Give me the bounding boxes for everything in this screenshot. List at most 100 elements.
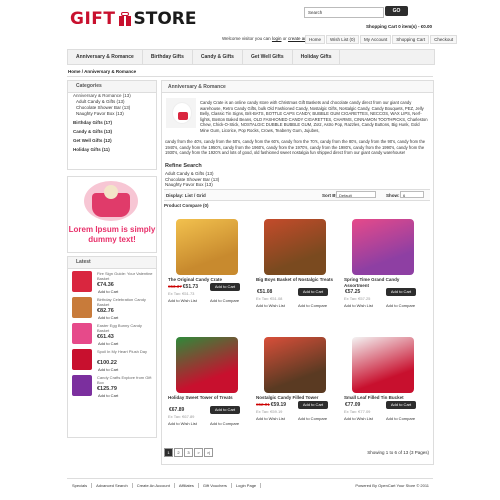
add-to-wishlist-link[interactable]: Add to Wish List xyxy=(256,303,285,308)
category-link[interactable]: Birthday Gifts (17) xyxy=(68,120,156,126)
product-image[interactable] xyxy=(264,219,326,275)
product-name[interactable]: Holiday Sweet Tower of Treats xyxy=(168,395,248,401)
toplink-checkout[interactable]: Checkout xyxy=(430,35,458,44)
footer-link[interactable]: Specials xyxy=(72,483,93,488)
powered-by[interactable]: Powered By OpenCart Your Store © 2011 xyxy=(355,483,429,488)
promo-banner[interactable]: Lorem Ipsum is simply dummy text! xyxy=(67,176,157,253)
product-price: €51.08 xyxy=(256,289,272,295)
product-image[interactable] xyxy=(352,337,414,393)
toplink-account[interactable]: My Account xyxy=(360,35,392,44)
page-link[interactable]: 1 xyxy=(164,448,173,457)
add-to-compare-link[interactable]: Add to Compare xyxy=(386,303,415,308)
page-link[interactable]: >| xyxy=(204,448,213,457)
latest-add-to-cart[interactable]: Add to Cart xyxy=(98,341,118,346)
add-to-wishlist-link[interactable]: Add to Wish List xyxy=(344,416,373,421)
latest-add-to-cart[interactable]: Add to Cart xyxy=(98,289,118,294)
latest-add-to-cart[interactable]: Add to Cart xyxy=(98,315,118,320)
footer-link[interactable]: Advanced Search xyxy=(96,483,133,488)
product-name[interactable]: Big Boys Basket of Nostalgic Treats xyxy=(256,277,336,283)
search-input[interactable]: Search xyxy=(304,7,384,18)
category-link[interactable]: Holiday Gifts (11) xyxy=(68,147,156,153)
category-image-heart xyxy=(178,112,188,120)
add-to-cart-button[interactable]: Add to Cart xyxy=(210,283,240,291)
product-compare-link[interactable]: Product Compare (0) xyxy=(164,203,209,208)
footer-link[interactable]: Login Page xyxy=(236,483,262,488)
nav-anniversary[interactable]: Anniversary & Romance xyxy=(68,50,143,64)
product-name[interactable]: Small Leaf Filled Tin Bucket xyxy=(344,395,424,401)
content-heading: Anniversary & Romance xyxy=(168,84,226,90)
product-image[interactable] xyxy=(264,337,326,393)
category-link[interactable]: Naughty Favor Box (13) xyxy=(68,111,156,117)
toplink-home[interactable]: Home xyxy=(305,35,326,44)
product-name[interactable]: The Original Candy Crate xyxy=(168,277,248,283)
latest-item-image[interactable] xyxy=(72,349,92,370)
latest-item-price: €125.79 xyxy=(97,386,117,392)
display-toggle[interactable]: Display: List / Grid xyxy=(166,193,206,198)
product-name[interactable]: Nostalgic Candy Filled Tower xyxy=(256,395,336,401)
nav-birthday[interactable]: Birthday Gifts xyxy=(143,50,193,64)
product-price: €77.09 xyxy=(344,402,360,408)
add-to-wishlist-link[interactable]: Add to Wish List xyxy=(344,303,373,308)
latest-item-name[interactable]: Spoil In My Heart Plush Day xyxy=(97,349,153,354)
add-to-wishlist-link[interactable]: Add to Wish List xyxy=(168,421,197,426)
category-link[interactable]: Candy & Gifts (13) xyxy=(68,129,156,135)
refine-link-naughty[interactable]: Naughty Favor Box (13) xyxy=(165,182,219,188)
latest-item-image[interactable] xyxy=(72,271,92,292)
add-to-cart-button[interactable]: Add to Cart xyxy=(386,401,416,409)
product-price: €62.01€59.19 xyxy=(256,402,286,408)
add-to-compare-link[interactable]: Add to Compare xyxy=(386,416,415,421)
add-to-cart-button[interactable]: Add to Cart xyxy=(386,288,416,296)
nav-get-well[interactable]: Get Well Gifts xyxy=(243,50,293,64)
page-link[interactable]: 2 xyxy=(174,448,183,457)
footer-link[interactable]: Affiliates xyxy=(179,483,199,488)
latest-add-to-cart[interactable]: Add to Cart xyxy=(98,367,118,372)
add-to-wishlist-link[interactable]: Add to Wish List xyxy=(168,298,197,303)
add-to-cart-button[interactable]: Add to Cart xyxy=(298,401,328,409)
latest-item-image[interactable] xyxy=(72,297,92,318)
refine-link-adult[interactable]: Adult Candy & Gifts (13) xyxy=(165,171,219,177)
sort-select[interactable]: Default xyxy=(336,191,376,198)
add-to-cart-button[interactable]: Add to Cart xyxy=(210,406,240,414)
latest-item-name[interactable]: Easter Egg Bunny Candy Basket xyxy=(97,323,153,333)
cart-summary[interactable]: Shopping Cart 0 item(s) - €0.00 xyxy=(366,24,432,29)
product-image[interactable] xyxy=(176,337,238,393)
footer-link[interactable]: Create An Account xyxy=(137,483,175,488)
add-to-cart-button[interactable]: Add to Cart xyxy=(298,288,328,296)
add-to-compare-link[interactable]: Add to Compare xyxy=(210,298,239,303)
page: GIFT STORE Search GO Shopping Cart 0 ite… xyxy=(0,0,500,500)
toplink-wishlist[interactable]: Wish List (0) xyxy=(326,35,360,44)
footer: Specials Advanced Search Create An Account… xyxy=(67,478,433,491)
nav-holiday[interactable]: Holiday Gifts xyxy=(293,50,341,64)
add-to-compare-link[interactable]: Add to Compare xyxy=(210,421,239,426)
latest-item-name[interactable]: Fire Sign Guide: Your Valentine Basket xyxy=(97,271,153,281)
nav-candy[interactable]: Candy & Gifts xyxy=(193,50,243,64)
toplink-cart[interactable]: Shopping Cart xyxy=(392,35,430,44)
login-link[interactable]: login xyxy=(272,36,282,41)
page-link[interactable]: 3 xyxy=(184,448,193,457)
add-to-compare-link[interactable]: Add to Compare xyxy=(298,416,327,421)
latest-title: Latest xyxy=(68,257,156,269)
product-image[interactable] xyxy=(176,219,238,275)
category-description: Candy Crate is an online candy store wit… xyxy=(200,100,428,133)
footer-link[interactable]: Gift Vouchers xyxy=(203,483,232,488)
results-count: Showing 1 to 6 of 13 (3 Pages) xyxy=(367,450,429,455)
store-logo[interactable]: GIFT STORE xyxy=(70,8,197,30)
latest-add-to-cart[interactable]: Add to Cart xyxy=(98,393,118,398)
latest-item-name[interactable]: Candy Crafts Explore from Gift Box xyxy=(97,375,153,385)
breadcrumb[interactable]: Home / Anniversary & Romance xyxy=(68,69,136,74)
product-name[interactable]: Spring Time Grand Candy Assortment xyxy=(344,277,424,288)
product-new-price: €57.25 xyxy=(345,289,361,295)
page-link[interactable]: > xyxy=(194,448,203,457)
latest-item-image[interactable] xyxy=(72,323,92,344)
product-image[interactable] xyxy=(352,219,414,275)
category-link[interactable]: Get Well Gifts (12) xyxy=(68,138,156,144)
latest-item-name[interactable]: Birthday Celebration Candy Basket xyxy=(97,297,153,307)
search-go-button[interactable]: GO xyxy=(385,6,408,16)
product-tax: Ex Tax: €67.89 xyxy=(168,414,195,419)
latest-item-image[interactable] xyxy=(72,375,92,396)
latest-item-price: €100.22 xyxy=(97,360,117,366)
product-old-price: €62.01 xyxy=(256,402,270,407)
add-to-wishlist-link[interactable]: Add to Wish List xyxy=(256,416,285,421)
show-select[interactable]: 6 xyxy=(400,191,424,198)
add-to-compare-link[interactable]: Add to Compare xyxy=(298,303,327,308)
